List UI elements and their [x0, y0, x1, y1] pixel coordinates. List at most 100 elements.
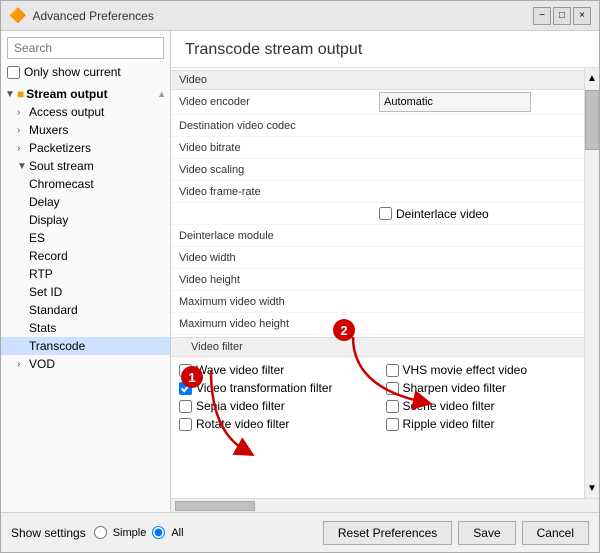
titlebar-left: 🔶 Advanced Preferences [9, 7, 154, 24]
sidebar-item-label: Packetizers [29, 141, 91, 155]
expand-arrow: ▼ [5, 89, 15, 100]
sidebar-item-stats[interactable]: Stats [1, 319, 170, 337]
simple-radio[interactable] [94, 526, 107, 539]
wave-filter-label: Wave video filter [196, 363, 284, 377]
sidebar-item-stream-output[interactable]: ▼ ■ Stream output ▲ [1, 85, 170, 103]
setting-label: Video width [179, 252, 379, 264]
setting-row-deinterlace: Deinterlace video [171, 203, 584, 225]
minimize-button[interactable]: − [533, 7, 551, 25]
transformation-filter-checkbox[interactable] [179, 382, 192, 395]
ripple-filter-checkbox[interactable] [386, 418, 399, 431]
filter-ripple: Ripple video filter [378, 415, 585, 433]
video-section-header: Video [171, 70, 584, 90]
sharpen-filter-checkbox[interactable] [386, 382, 399, 395]
sidebar-item-chromecast[interactable]: Chromecast [1, 175, 170, 193]
sidebar-item-transcode[interactable]: Transcode [1, 337, 170, 355]
search-input[interactable] [7, 37, 164, 59]
sidebar-item-label: Muxers [29, 123, 68, 137]
sepia-filter-checkbox[interactable] [179, 400, 192, 413]
vhs-filter-checkbox[interactable] [386, 364, 399, 377]
video-encoder-input[interactable] [379, 92, 531, 112]
setting-row-video-encoder: Video encoder [171, 90, 584, 115]
setting-row-max-height: Maximum video height [171, 313, 584, 335]
wave-filter-checkbox[interactable] [179, 364, 192, 377]
deinterlace-label: Deinterlace video [396, 207, 489, 221]
main-content: Only show current ▼ ■ Stream output ▲ › … [1, 31, 599, 512]
panel-wrapper: Transcode stream output Video Video enco… [171, 31, 599, 512]
sidebar-item-label: Transcode [29, 339, 85, 353]
expand-arrow: ▼ [17, 161, 27, 172]
sidebar-item-rtp[interactable]: RTP [1, 265, 170, 283]
right-panel: Transcode stream output Video Video enco… [171, 31, 599, 512]
sidebar-item-label: Stats [29, 321, 56, 335]
sidebar-item-access-output[interactable]: › Access output [1, 103, 170, 121]
sidebar-item-label: Stream output [26, 87, 107, 101]
radio-group: Simple All [94, 526, 184, 539]
setting-row-video-scaling: Video scaling [171, 159, 584, 181]
scroll-down-button[interactable]: ▼ [585, 478, 599, 498]
sidebar-item-set-id[interactable]: Set ID [1, 283, 170, 301]
vlc-icon: 🔶 [9, 7, 26, 24]
sidebar: Only show current ▼ ■ Stream output ▲ › … [1, 31, 171, 512]
sidebar-item-standard[interactable]: Standard [1, 301, 170, 319]
sidebar-item-vod[interactable]: › VOD [1, 355, 170, 373]
panel-content: Video Video encoder Destination video co… [171, 68, 584, 498]
vertical-scrollbar[interactable]: ▲ ▼ [584, 68, 599, 498]
filter-vhs: VHS movie effect video [378, 361, 585, 379]
filter-col-right: VHS movie effect video Sharpen video fil… [378, 361, 585, 433]
only-show-label: Only show current [24, 65, 121, 79]
setting-row-max-width: Maximum video width [171, 291, 584, 313]
scene-filter-label: Scene video filter [403, 399, 495, 413]
maximize-button[interactable]: □ [553, 7, 571, 25]
cancel-button[interactable]: Cancel [522, 521, 589, 545]
all-radio[interactable] [152, 526, 165, 539]
setting-label: Video encoder [179, 96, 379, 108]
deinterlace-checkbox[interactable] [379, 207, 392, 220]
ripple-filter-label: Ripple video filter [403, 417, 495, 431]
sidebar-item-packetizers[interactable]: › Packetizers [1, 139, 170, 157]
scene-filter-checkbox[interactable] [386, 400, 399, 413]
only-show-current: Only show current [7, 65, 164, 79]
rotate-filter-checkbox[interactable] [179, 418, 192, 431]
sidebar-item-label: Record [29, 249, 68, 263]
sidebar-item-delay[interactable]: Delay [1, 193, 170, 211]
transformation-filter-label: Video transformation filter [196, 381, 333, 395]
setting-label: Video scaling [179, 164, 379, 176]
video-filter-section: Wave video filter Video transformation f… [171, 357, 584, 437]
show-settings: Show settings Simple All [11, 526, 184, 540]
horizontal-scrollbar[interactable] [171, 498, 599, 512]
scroll-track [585, 152, 599, 478]
vhs-filter-label: VHS movie effect video [403, 363, 528, 377]
expand-arrow: › [17, 359, 27, 370]
setting-label: Maximum video width [179, 296, 379, 308]
filter-scene: Scene video filter [378, 397, 585, 415]
bottom-bar: Show settings Simple All Reset Preferenc… [1, 512, 599, 552]
rotate-filter-label: Rotate video filter [196, 417, 289, 431]
reset-preferences-button[interactable]: Reset Preferences [323, 521, 452, 545]
sidebar-item-muxers[interactable]: › Muxers [1, 121, 170, 139]
save-button[interactable]: Save [458, 521, 515, 545]
sidebar-item-label: RTP [29, 267, 53, 281]
setting-label: Video height [179, 274, 379, 286]
sidebar-item-label: VOD [29, 357, 55, 371]
sidebar-item-record[interactable]: Record [1, 247, 170, 265]
sidebar-item-label: ES [29, 231, 45, 245]
setting-label: Destination video codec [179, 120, 379, 132]
scroll-up-button[interactable]: ▲ [585, 68, 599, 88]
titlebar: 🔶 Advanced Preferences − □ × [1, 1, 599, 31]
sidebar-item-es[interactable]: ES [1, 229, 170, 247]
sidebar-item-label: Delay [29, 195, 60, 209]
scroll-thumb[interactable] [585, 90, 599, 150]
setting-label: Deinterlace module [179, 230, 379, 242]
sidebar-item-sout-stream[interactable]: ▼ Sout stream [1, 157, 170, 175]
horiz-scroll-thumb[interactable] [175, 501, 255, 511]
close-button[interactable]: × [573, 7, 591, 25]
sidebar-item-label: Display [29, 213, 68, 227]
setting-row-video-height: Video height [171, 269, 584, 291]
filter-sepia: Sepia video filter [171, 397, 378, 415]
expand-arrow: › [17, 125, 27, 136]
advanced-preferences-window: 🔶 Advanced Preferences − □ × Only show c… [0, 0, 600, 553]
setting-row-video-bitrate: Video bitrate [171, 137, 584, 159]
only-show-checkbox[interactable] [7, 66, 20, 79]
sidebar-item-display[interactable]: Display [1, 211, 170, 229]
